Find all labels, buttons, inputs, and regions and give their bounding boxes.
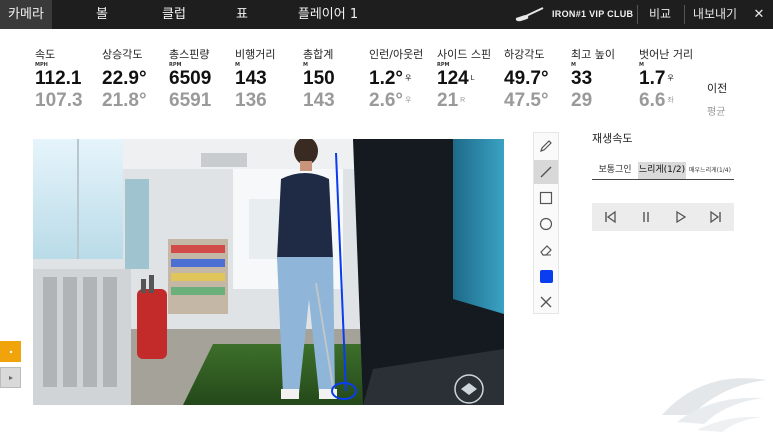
stat-average-value: 107.3 <box>35 90 83 111</box>
direction-indicator: 우 <box>667 75 674 82</box>
stat-label: 총스핀량 <box>169 48 210 61</box>
side-collapse-button[interactable] <box>0 367 21 388</box>
playback-controls <box>592 203 734 231</box>
stat-average-value: 2.6° 우 <box>369 90 412 112</box>
skip-back-icon[interactable] <box>592 203 627 231</box>
speed-normal-button[interactable]: 보통그인 <box>592 162 638 179</box>
playback-speed-selector: 보통그인 느리게(1/2) 매우느리게(1/4) <box>592 162 734 180</box>
export-button[interactable]: 내보내기 <box>688 0 742 29</box>
stat-current-value: 49.7° <box>504 68 549 89</box>
side-toggle-button[interactable] <box>0 341 21 362</box>
tab-ball[interactable]: 볼 <box>82 0 122 29</box>
stat-average-value: 143 <box>303 90 335 111</box>
swing-video[interactable] <box>33 139 504 405</box>
tab-camera[interactable]: 카메라 <box>0 0 52 29</box>
divider <box>637 5 638 24</box>
direction-indicator: 우 <box>405 97 412 104</box>
stat-current-value: 124 L <box>437 68 475 90</box>
stat-average-value: 136 <box>235 90 267 111</box>
stat-average-value: 29 <box>571 90 593 111</box>
stat-current-value: 1.2° 우 <box>369 68 412 90</box>
stat-side-spin: 사이드 스핀 RPM 124 L 21 R <box>437 48 499 112</box>
watermark-logo <box>662 378 767 432</box>
top-nav-bar: 카메라 볼 클럽 표 플레이어 1 IRON#1 VIP CLUB 비교 내보내… <box>0 0 773 29</box>
speed-quarter-button[interactable]: 매우느리게(1/4) <box>686 162 734 179</box>
direction-indicator: R <box>460 97 466 104</box>
stat-average-value: 47.5° <box>504 90 549 111</box>
speed-half-button[interactable]: 느리게(1/2) <box>638 162 686 179</box>
direction-indicator: 좌 <box>667 97 674 104</box>
stat-current-value: 6509 <box>169 68 212 89</box>
divider <box>684 5 685 24</box>
close-button[interactable]: ✕ <box>748 0 770 29</box>
pause-icon[interactable] <box>628 203 663 231</box>
iron-club-icon <box>515 7 544 22</box>
club-brand-label: IRON#1 VIP CLUB <box>552 9 634 19</box>
stat-carry-distance: 비행거리 M 143 136 <box>235 48 297 112</box>
line-icon[interactable] <box>534 160 558 184</box>
clear-icon[interactable] <box>534 290 558 314</box>
stat-label: 총합계 <box>303 48 334 61</box>
pencil-icon[interactable] <box>534 134 558 158</box>
stat-label: 상승각도 <box>102 48 143 61</box>
stat-current-value: 112.1 <box>35 68 82 89</box>
previous-row-label: 이전 <box>707 82 728 95</box>
stat-in-out: 인런/아웃런 1.2° 우 2.6° 우 <box>369 48 431 112</box>
direction-indicator: 우 <box>405 75 412 82</box>
stat-label: 최고 높이 <box>571 48 615 61</box>
rectangle-icon[interactable] <box>534 186 558 210</box>
color-swatch-fill <box>539 269 553 283</box>
tab-player[interactable]: 플레이어 1 <box>292 0 364 29</box>
stat-average-value: 21 R <box>437 90 466 112</box>
stat-current-value: 1.7 우 <box>639 68 674 90</box>
tab-table[interactable]: 표 <box>226 0 258 29</box>
skip-forward-icon[interactable] <box>698 203 733 231</box>
tab-club[interactable]: 클럽 <box>152 0 196 29</box>
play-icon[interactable] <box>663 203 698 231</box>
playback-speed-title: 재생속도 <box>592 132 633 145</box>
stat-label: 벗어난 거리 <box>639 48 694 61</box>
average-row-label: 평균 <box>707 107 726 118</box>
video-frame <box>33 139 504 405</box>
eraser-icon[interactable] <box>534 238 558 262</box>
stat-total-distance: 총합계 M 150 143 <box>303 48 365 112</box>
stat-current-value: 143 <box>235 68 267 89</box>
stat-label: 하강각도 <box>504 48 545 61</box>
stat-current-value: 150 <box>303 68 335 89</box>
stat-total-spin: 총스핀량 RPM 6509 6591 <box>169 48 231 112</box>
direction-indicator: L <box>470 75 475 82</box>
stat-current-value: 33 <box>571 68 593 89</box>
stat-label: 인런/아웃런 <box>369 48 424 61</box>
stat-apex-height: 최고 높이 M 33 29 <box>571 48 633 112</box>
stat-speed: 속도 MPH 112.1 107.3 <box>35 48 97 112</box>
stat-average-value: 6.6 좌 <box>639 90 674 112</box>
stat-descent-angle: 하강각도 49.7° 47.5° <box>504 48 566 112</box>
stat-label: 사이드 스핀 <box>437 48 492 61</box>
stat-average-value: 21.8° <box>102 90 147 111</box>
drawing-toolbar <box>533 132 559 314</box>
circle-icon[interactable] <box>534 212 558 236</box>
stat-label: 속도 <box>35 48 56 61</box>
stat-launch-angle: 상승각도 22.9° 21.8° <box>102 48 164 112</box>
stat-average-value: 6591 <box>169 90 212 111</box>
compare-button[interactable]: 비교 <box>640 0 680 29</box>
stat-current-value: 22.9° <box>102 68 147 89</box>
color-swatch[interactable] <box>534 264 558 288</box>
stat-label: 비행거리 <box>235 48 276 61</box>
stat-offline-distance: 벗어난 거리 M 1.7 우 6.6 좌 <box>639 48 705 112</box>
